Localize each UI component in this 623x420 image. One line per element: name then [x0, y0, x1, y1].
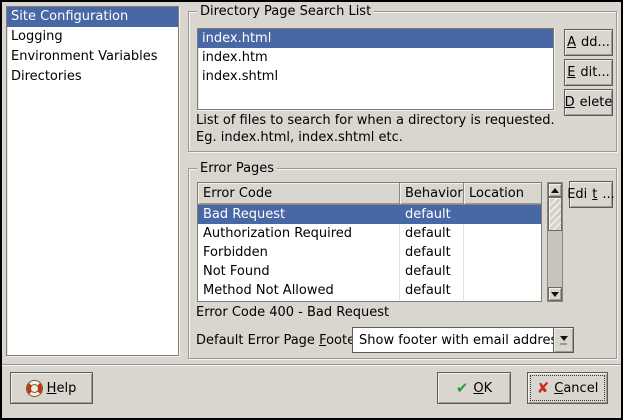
- combo-selected-value: Show footer with email address: [353, 333, 553, 348]
- cell-location: [464, 243, 541, 262]
- description-line-2: Eg. index.html, index.shtml etc.: [196, 130, 403, 146]
- cell-behavior: default: [400, 224, 464, 243]
- site-configuration-dialog: Site Configuration Logging Environment V…: [0, 0, 623, 420]
- cell-error-code: Authorization Required: [198, 224, 400, 243]
- combo-arrow-bar: [560, 343, 567, 345]
- file-list-item[interactable]: index.html: [198, 29, 553, 48]
- error-table-body: Bad Request default Authorization Requir…: [198, 205, 541, 300]
- help-button-label: Help: [47, 381, 77, 396]
- combo-arrow-button[interactable]: [553, 328, 573, 352]
- category-list[interactable]: Site Configuration Logging Environment V…: [6, 6, 179, 356]
- table-row[interactable]: Method Not Allowed default: [198, 281, 541, 300]
- error-pages-legend: Error Pages: [197, 161, 277, 176]
- error-pages-frame: Error Pages Error Code Behavior Location…: [188, 168, 617, 359]
- help-button[interactable]: Help: [10, 372, 93, 404]
- error-status-text: Error Code 400 - Bad Request: [196, 305, 389, 320]
- scroll-up-icon: [551, 188, 559, 193]
- sidebar-item[interactable]: Environment Variables: [7, 47, 178, 67]
- cell-location: [464, 281, 541, 300]
- separator: [2, 364, 621, 366]
- column-header-error-code[interactable]: Error Code: [198, 183, 400, 204]
- chevron-down-icon: [560, 336, 568, 341]
- cell-behavior: default: [400, 281, 464, 300]
- cell-error-code: Not Found: [198, 262, 400, 281]
- sidebar-item[interactable]: Site Configuration: [7, 7, 178, 27]
- cancel-button-label: Cancel: [554, 381, 598, 396]
- table-row[interactable]: Bad Request default: [198, 205, 541, 224]
- scroll-up-button[interactable]: [548, 183, 562, 197]
- table-row[interactable]: Forbidden default: [198, 243, 541, 262]
- edit-button[interactable]: Edit...: [564, 59, 613, 86]
- file-list-item[interactable]: index.htm: [198, 48, 553, 67]
- ok-button-label: OK: [473, 381, 492, 396]
- scrollbar-thumb[interactable]: [548, 197, 562, 231]
- check-icon: ✔: [456, 381, 469, 396]
- cell-location: [464, 205, 541, 224]
- directory-search-legend: Directory Page Search List: [197, 4, 374, 19]
- file-list-item[interactable]: index.shtml: [198, 67, 553, 86]
- cancel-button[interactable]: ✘ Cancel: [527, 372, 608, 404]
- cell-location: [464, 224, 541, 243]
- cell-error-code: Bad Request: [198, 205, 400, 224]
- cell-behavior: default: [400, 262, 464, 281]
- edit-error-button[interactable]: Edit...: [569, 181, 613, 208]
- lifebuoy-icon: [27, 381, 42, 396]
- footer-label: Default Error Page Footer:: [196, 333, 365, 348]
- cell-error-code: Forbidden: [198, 243, 400, 262]
- table-row[interactable]: Not Found default: [198, 262, 541, 281]
- directory-search-frame: Directory Page Search List index.html in…: [188, 11, 617, 152]
- cell-error-code: Method Not Allowed: [198, 281, 400, 300]
- sidebar-item[interactable]: Directories: [7, 67, 178, 87]
- error-table-header: Error Code Behavior Location: [198, 183, 541, 205]
- x-icon: ✘: [537, 381, 550, 396]
- description-line-1: List of files to search for when a direc…: [196, 113, 555, 129]
- vertical-scrollbar[interactable]: [547, 182, 563, 302]
- ok-button[interactable]: ✔ OK: [437, 372, 511, 404]
- column-header-location[interactable]: Location: [464, 183, 541, 204]
- footer-combobox[interactable]: Show footer with email address: [352, 327, 574, 353]
- column-header-behavior[interactable]: Behavior: [400, 183, 464, 204]
- scroll-down-button[interactable]: [548, 287, 562, 301]
- cell-behavior: default: [400, 243, 464, 262]
- table-row[interactable]: Authorization Required default: [198, 224, 541, 243]
- scroll-down-icon: [551, 292, 559, 297]
- file-list[interactable]: index.html index.htm index.shtml: [197, 28, 554, 110]
- delete-button[interactable]: Delete: [564, 89, 613, 116]
- sidebar-item[interactable]: Logging: [7, 27, 178, 47]
- cell-behavior: default: [400, 205, 464, 224]
- add-button[interactable]: Add...: [564, 29, 613, 56]
- cell-location: [464, 262, 541, 281]
- error-table[interactable]: Error Code Behavior Location Bad Request…: [197, 182, 542, 302]
